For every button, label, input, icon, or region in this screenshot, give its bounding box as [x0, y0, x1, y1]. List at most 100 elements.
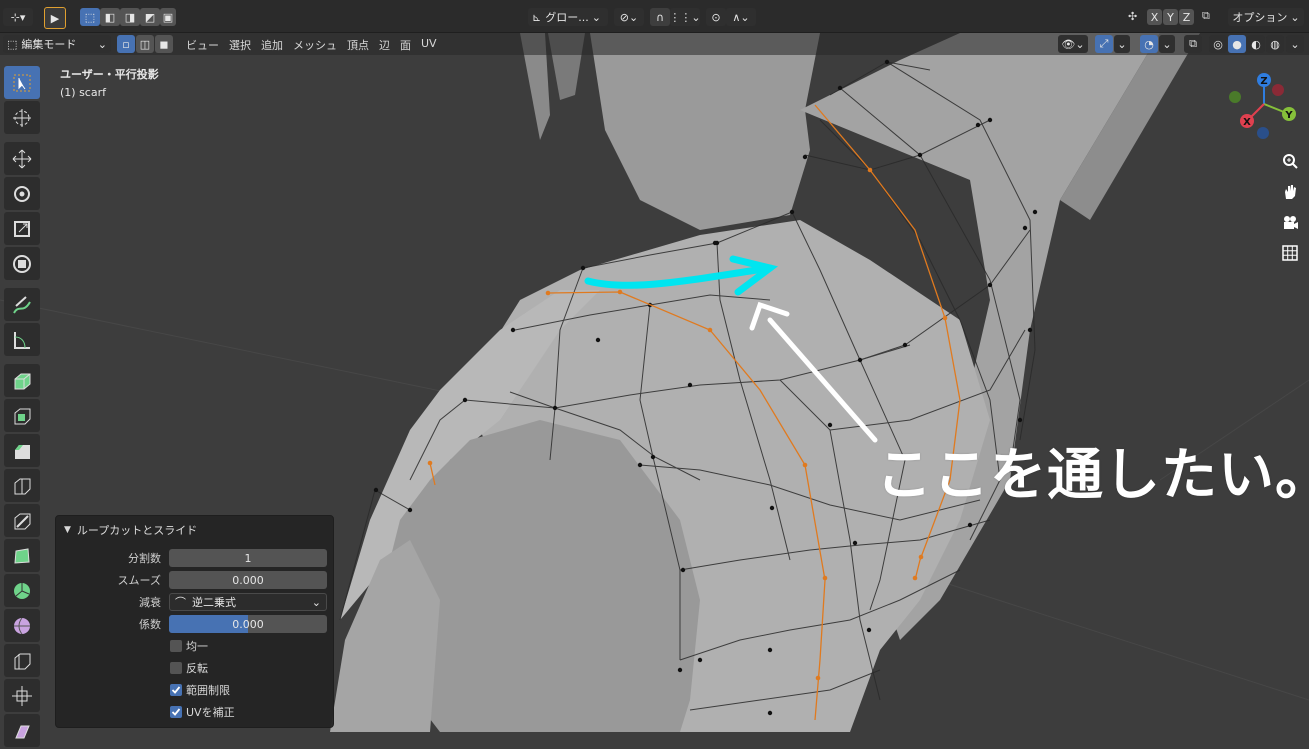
- overlay-dropdown[interactable]: ⌄: [1159, 35, 1175, 53]
- loop-cut-redo-panel[interactable]: ▼ ループカットとスライド 分割数 1 スムーズ 0.000 減衰 ⌒ 逆二乗式…: [55, 515, 334, 728]
- tool-transform[interactable]: [4, 247, 40, 280]
- mirror-x-toggle[interactable]: X: [1147, 9, 1162, 25]
- editor-type-button[interactable]: ⊹▾: [3, 8, 33, 26]
- select-subtract-icon: ◨: [124, 10, 136, 24]
- mirror-icon[interactable]: ✣: [1128, 10, 1144, 26]
- menu-mesh[interactable]: メッシュ: [288, 37, 342, 53]
- falloff-dropdown-field[interactable]: ⌒ 逆二乗式 ⌄: [169, 593, 327, 611]
- mode-label: 編集モード: [21, 38, 77, 51]
- overlay-toggle[interactable]: ◔: [1140, 35, 1158, 53]
- cursor-icon: ▶: [50, 11, 60, 25]
- snap-target-dropdown[interactable]: ⋮⋮⌄: [669, 8, 701, 26]
- tool-scale[interactable]: [4, 212, 40, 245]
- check-icon: [171, 686, 181, 694]
- panel-title: ループカットとスライド: [76, 524, 198, 537]
- zoom-icon[interactable]: [1279, 150, 1301, 172]
- camera-icon[interactable]: [1279, 212, 1301, 234]
- vertex-select-toggle[interactable]: ▫: [117, 35, 135, 53]
- gizmo-dropdown[interactable]: ⌄: [1114, 35, 1130, 53]
- tool-knife[interactable]: [4, 504, 40, 537]
- shading-wireframe[interactable]: ◎: [1209, 35, 1227, 53]
- menu-face[interactable]: 面: [395, 37, 416, 53]
- pan-hand-icon[interactable]: [1279, 181, 1301, 203]
- transform-orientation-dropdown[interactable]: ⊾ グロー... ⌄: [528, 8, 608, 26]
- tool-poly-build[interactable]: [4, 539, 40, 572]
- factor-slider[interactable]: 0.000: [169, 615, 327, 633]
- select-mode-extend-button[interactable]: ◧: [100, 8, 120, 26]
- viewport-header: ⬚ 編集モード ⌄ ▫ ◫ ◼ ビュー 選択 追加 メッシュ 頂点 辺 面 UV…: [0, 33, 1309, 55]
- menu-add[interactable]: 追加: [256, 37, 288, 53]
- menu-select[interactable]: 選択: [224, 37, 256, 53]
- edit-mode-icon: ⬚: [7, 37, 18, 51]
- mirror-z-toggle[interactable]: Z: [1179, 9, 1194, 25]
- mirror-y-toggle[interactable]: Y: [1163, 9, 1178, 25]
- gizmo-z-label: Z: [1260, 76, 1267, 87]
- tool-rotate[interactable]: [4, 177, 40, 210]
- chevron-down-icon: ⌄: [1162, 37, 1172, 51]
- tool-smooth[interactable]: [4, 609, 40, 642]
- tool-inset[interactable]: [4, 399, 40, 432]
- tool-move[interactable]: [4, 142, 40, 175]
- clamp-checkbox[interactable]: [170, 684, 182, 696]
- tool-select-box[interactable]: [4, 66, 40, 99]
- gizmo-neg-y[interactable]: [1229, 91, 1241, 103]
- extrude-icon: [14, 373, 31, 389]
- menu-uv[interactable]: UV: [416, 37, 442, 53]
- cuts-field[interactable]: 1: [169, 549, 327, 567]
- viewport-info: ユーザー・平行投影 (1) scarf: [60, 66, 159, 102]
- menu-edge[interactable]: 辺: [374, 37, 395, 53]
- even-checkbox[interactable]: [170, 640, 182, 652]
- knife-icon: [14, 513, 31, 529]
- select-mode-intersect-button[interactable]: ▣: [160, 8, 176, 26]
- gizmo-toggle[interactable]: ⤢: [1095, 35, 1113, 53]
- proportional-icon: ⊙: [711, 10, 721, 24]
- tool-measure[interactable]: [4, 323, 40, 356]
- visibility-dropdown[interactable]: 👁⌄: [1058, 35, 1088, 53]
- gizmo-neg-z[interactable]: [1257, 127, 1269, 139]
- tool-cursor[interactable]: [4, 101, 40, 134]
- tool-loop-cut[interactable]: [4, 469, 40, 502]
- mode-dropdown[interactable]: ⬚ 編集モード ⌄: [3, 35, 111, 53]
- tool-shrink-fatten[interactable]: [4, 679, 40, 712]
- scale-icon: [14, 220, 30, 237]
- chevron-down-icon: ⌄: [1290, 37, 1300, 51]
- even-label: 均一: [186, 640, 208, 653]
- shading-rendered[interactable]: ◍: [1266, 35, 1284, 53]
- auto-merge-icon[interactable]: ⧉: [1202, 9, 1220, 27]
- tool-shear[interactable]: [4, 714, 40, 747]
- select-tool-button[interactable]: ▶: [44, 7, 66, 29]
- snap-toggle[interactable]: ∩: [650, 8, 670, 26]
- gizmo-x-label: X: [1243, 117, 1251, 128]
- menu-vertex[interactable]: 頂点: [342, 37, 374, 53]
- face-select-toggle[interactable]: ◼: [155, 35, 173, 53]
- gizmo-neg-x[interactable]: [1272, 84, 1284, 96]
- flip-checkbox[interactable]: [170, 662, 182, 674]
- shear-icon: [15, 725, 30, 738]
- tool-extrude[interactable]: [4, 364, 40, 397]
- tool-edge-slide[interactable]: [4, 644, 40, 677]
- proportional-edit-toggle[interactable]: ⊙: [706, 8, 726, 26]
- factor-label: 係数: [139, 618, 161, 631]
- xray-toggle[interactable]: ⧉: [1184, 35, 1202, 53]
- panel-header[interactable]: ▼ ループカットとスライド: [64, 522, 197, 538]
- correct-uv-checkbox[interactable]: [170, 706, 182, 718]
- options-dropdown[interactable]: オプション ⌄: [1228, 8, 1304, 26]
- shading-dropdown[interactable]: ⌄: [1286, 35, 1304, 53]
- shading-solid[interactable]: ●: [1228, 35, 1246, 53]
- tool-shelf: [4, 66, 42, 749]
- navigation-gizmo[interactable]: Z Y X: [1222, 68, 1306, 144]
- shading-material[interactable]: ◐: [1247, 35, 1265, 53]
- tool-bevel[interactable]: [4, 434, 40, 467]
- menu-view[interactable]: ビュー: [181, 37, 224, 53]
- tool-annotate[interactable]: [4, 288, 40, 321]
- grid-view-icon[interactable]: [1279, 242, 1301, 264]
- snap-grid-icon: ⋮⋮⌄: [669, 10, 701, 24]
- tool-spin[interactable]: [4, 574, 40, 607]
- select-mode-subtract-button[interactable]: ◨: [120, 8, 140, 26]
- edge-select-toggle[interactable]: ◫: [136, 35, 154, 53]
- select-mode-new-button[interactable]: ⬚: [80, 8, 100, 26]
- falloff-dropdown[interactable]: ∧⌄: [726, 8, 756, 26]
- select-mode-invert-button[interactable]: ◩: [140, 8, 160, 26]
- pivot-point-dropdown[interactable]: ⊘⌄: [614, 8, 644, 26]
- smoothness-field[interactable]: 0.000: [169, 571, 327, 589]
